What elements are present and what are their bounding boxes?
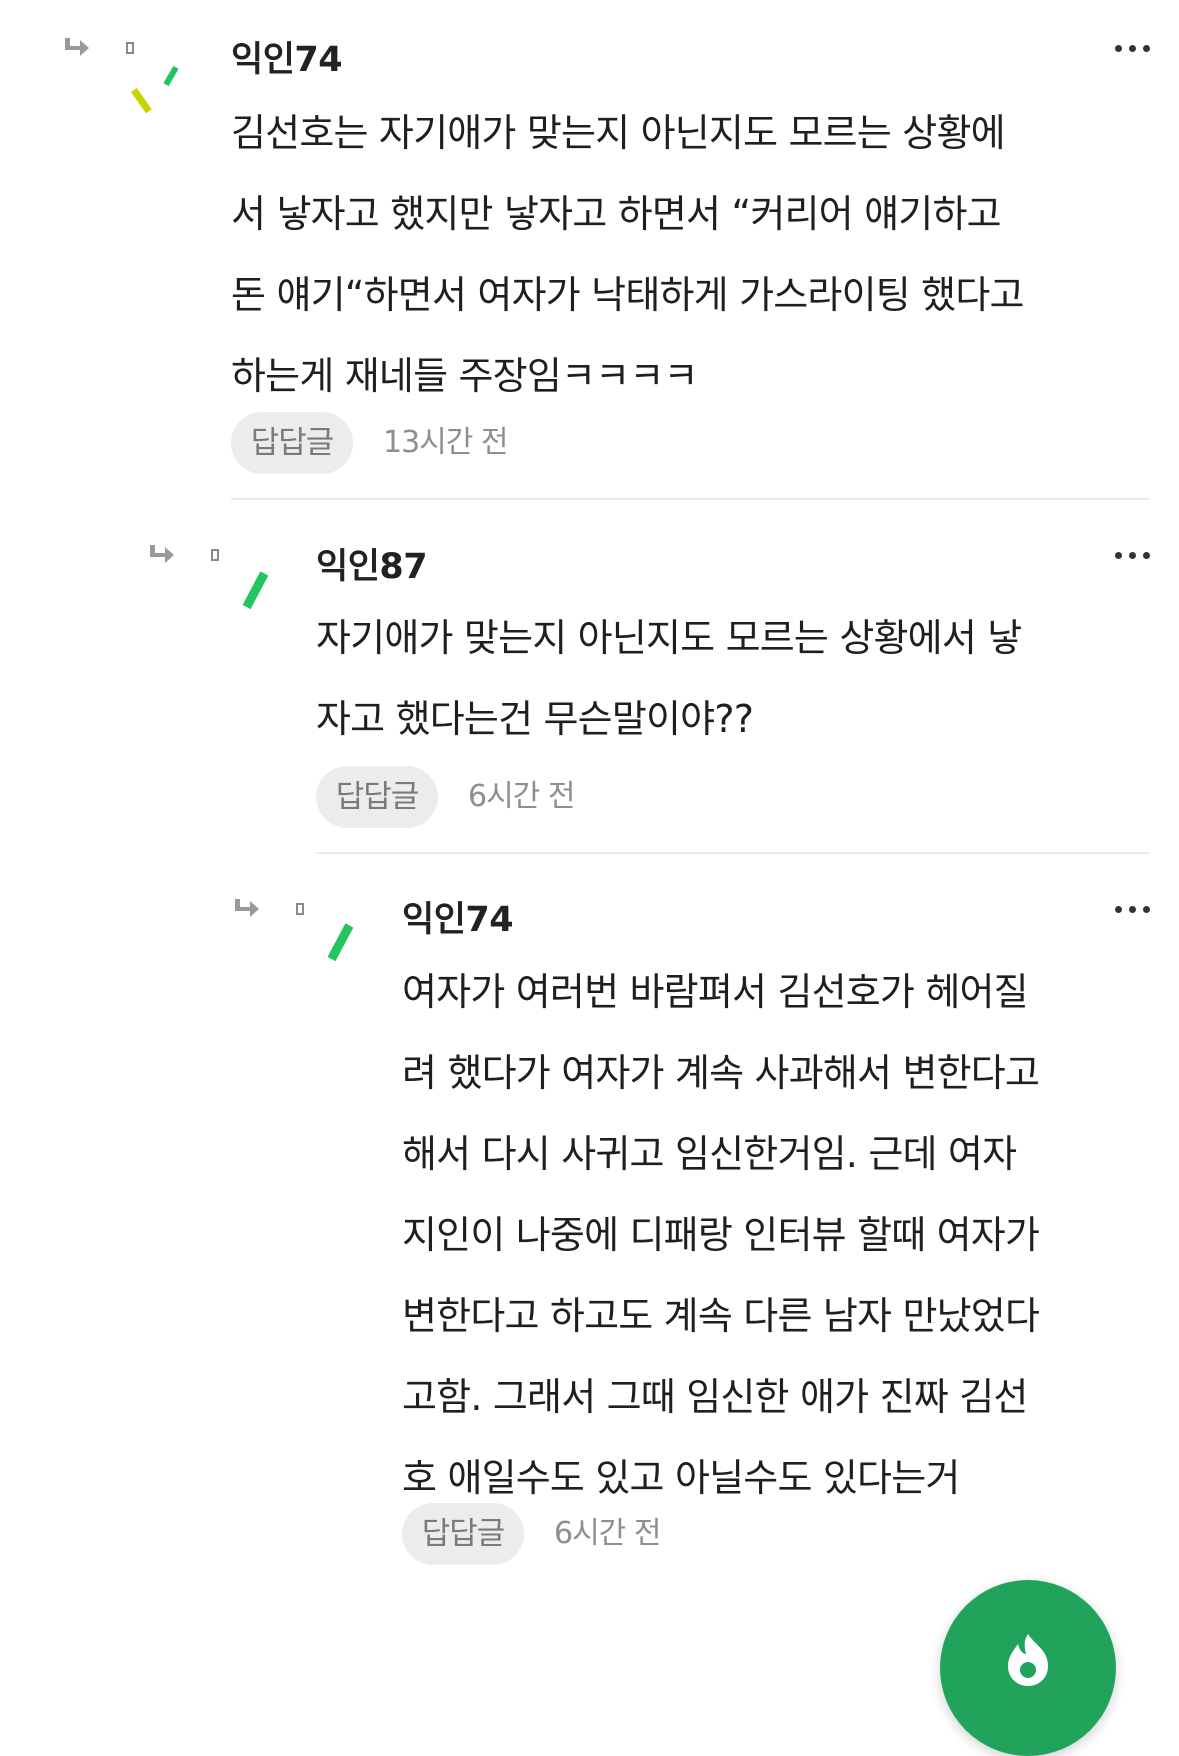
reply-arrow-icon [235,899,259,917]
comment-line: 자기애가 맞는지 아닌지도 모르는 상황에서 낳 [316,616,1022,660]
comment-line: 려 했다가 여자가 계속 사과해서 변한다고 [402,1051,1040,1095]
reply-arrow-icon [65,38,89,56]
badge-icon [211,549,219,561]
comment-line: 여자가 여러번 바람펴서 김선호가 헤어질 [402,970,1029,1014]
comment-line: 지인이 나중에 디패랑 인터뷰 할때 여자가 [402,1213,1040,1257]
author-name[interactable]: 익인87 [316,547,428,587]
reply-button[interactable]: 답답글 [231,412,353,474]
comment-line: 돈 얘기“하면서 여자가 낙태하게 가스라이팅 했다고 [231,273,1024,317]
avatar[interactable] [130,60,200,130]
divider [231,498,1149,500]
badge-icon [296,903,304,915]
reply-arrow-icon [150,545,174,563]
comment-line: 하는게 재네들 주장임ㅋㅋㅋㅋ [231,354,698,398]
reply-button[interactable]: 답답글 [316,766,438,828]
floating-action-button[interactable] [940,1580,1116,1756]
timestamp: 13시간 전 [383,425,509,460]
comment-line: 서 낳자고 했지만 낳자고 하면서 “커리어 얘기하고 [231,192,1002,236]
comment-body: 여자가 여러번 바람펴서 김선호가 헤어질 려 했다가 여자가 계속 사과해서 … [402,952,1040,1519]
comment-line: 자고 했다는건 무슨말이야?? [316,697,754,741]
more-icon[interactable] [1113,38,1153,58]
author-name[interactable]: 익인74 [402,900,514,940]
avatar[interactable] [310,917,380,987]
author-name[interactable]: 익인74 [231,40,343,80]
more-icon[interactable] [1113,545,1153,565]
avatar[interactable] [225,565,295,635]
comment-line: 고함. 그래서 그때 임신한 애가 진짜 김선 [402,1375,1028,1419]
flame-icon [1008,1634,1048,1686]
comment-line: 변한다고 하고도 계속 다른 남자 만났었다 [402,1294,1040,1338]
comment-line: 해서 다시 사귀고 임신한거임. 근데 여자 [402,1132,1017,1176]
reply-button[interactable]: 답답글 [402,1503,524,1565]
badge-icon [126,42,134,54]
comment-body: 자기애가 맞는지 아닌지도 모르는 상황에서 낳 자고 했다는건 무슨말이야?? [316,598,1022,760]
timestamp: 6시간 전 [554,1516,661,1551]
comment-body: 김선호는 자기애가 맞는지 아닌지도 모르는 상황에 서 낳자고 했지만 낳자고… [231,93,1024,417]
comment-line: 김선호는 자기애가 맞는지 아닌지도 모르는 상황에 [231,111,1006,155]
divider [316,852,1149,854]
more-icon[interactable] [1113,899,1153,919]
timestamp: 6시간 전 [468,779,575,814]
